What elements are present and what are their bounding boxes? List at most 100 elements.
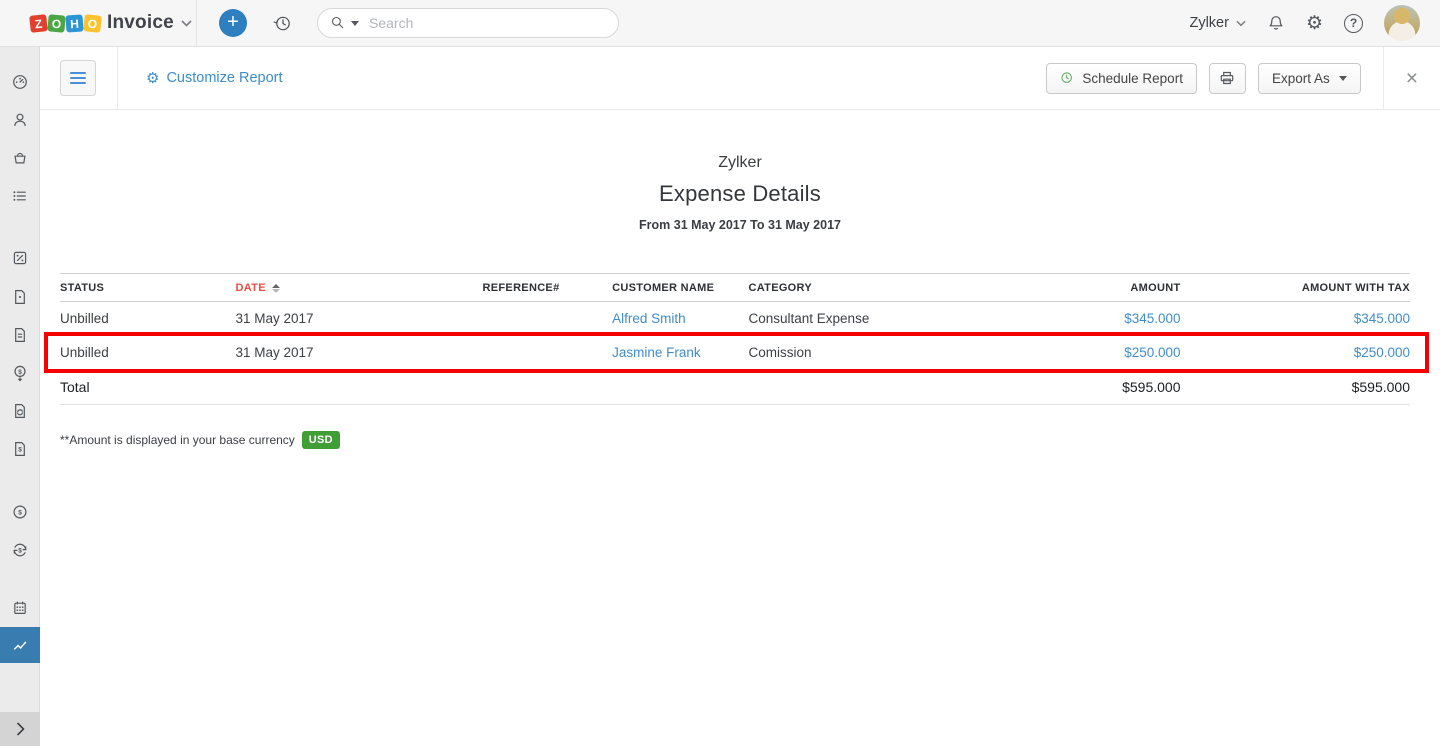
column-header-status[interactable]: STATUS — [60, 274, 236, 302]
column-header-amount-with-tax[interactable]: AMOUNT WITH TAX — [1181, 274, 1411, 302]
column-header-amount[interactable]: AMOUNT — [965, 274, 1181, 302]
currency-badge: USD — [302, 431, 340, 449]
reference-cell — [425, 336, 560, 370]
gear-icon: ⚙ — [146, 71, 159, 86]
amount-link[interactable]: $345.000 — [1124, 311, 1180, 326]
search-scope-caret-icon[interactable] — [351, 21, 359, 26]
column-header-date[interactable]: DATE — [236, 274, 425, 302]
sidebar-item-timesheet[interactable] — [0, 590, 40, 626]
amount-with-tax-link[interactable]: $345.000 — [1354, 311, 1410, 326]
report-title: Expense Details — [40, 181, 1440, 207]
customer-link[interactable]: Jasmine Frank — [612, 345, 701, 360]
expense-table: STATUS DATE REFERENCE# CUSTOMER NAME CAT… — [60, 273, 1410, 405]
gear-icon[interactable]: ⚙ — [1306, 14, 1323, 33]
org-switcher[interactable]: Zylker — [1189, 15, 1245, 31]
amount-link[interactable]: $250.000 — [1124, 345, 1180, 360]
report-org-name: Zylker — [40, 154, 1440, 172]
sidebar-item-dashboard[interactable] — [0, 64, 40, 100]
basket-icon — [11, 149, 29, 167]
footnote-text: **Amount is displayed in your base curre… — [60, 433, 295, 447]
toolbar-right-cluster: Schedule Report Export As × — [1034, 47, 1440, 110]
export-as-button[interactable]: Export As — [1258, 63, 1361, 94]
report-date-range: From 31 May 2017 To 31 May 2017 — [40, 218, 1440, 232]
category-cell: Comission — [749, 336, 965, 370]
top-bar: Z O H O Invoice + Zylker ⚙ ? — [0, 0, 1440, 47]
sidebar-item-expenses[interactable]: $ — [0, 494, 40, 530]
sidebar-item-reports[interactable] — [0, 627, 40, 663]
customize-report-label: Customize Report — [166, 70, 282, 86]
svg-text:$: $ — [18, 369, 22, 376]
toolbar-divider — [1383, 47, 1384, 110]
status-cell: Unbilled — [60, 302, 236, 336]
brand-logo[interactable]: Z O H O Invoice — [0, 0, 197, 46]
amount-with-tax-link[interactable]: $250.000 — [1354, 345, 1410, 360]
search-icon — [330, 15, 346, 31]
table-row: Unbilled 31 May 2017 Alfred Smith Consul… — [60, 302, 1410, 336]
sidebar-item-items[interactable] — [0, 140, 40, 176]
customize-report-button[interactable]: ⚙ Customize Report — [146, 70, 283, 86]
list-icon — [11, 187, 29, 205]
column-header-category[interactable]: CATEGORY — [749, 274, 965, 302]
export-as-label: Export As — [1272, 71, 1330, 86]
customer-link[interactable]: Alfred Smith — [612, 311, 686, 326]
person-icon — [11, 111, 29, 129]
sidebar-item-credit-notes[interactable]: $ — [0, 431, 40, 467]
org-name: Zylker — [1189, 15, 1228, 31]
sidebar-item-recurring-expenses[interactable]: $ — [0, 532, 40, 568]
schedule-report-button[interactable]: Schedule Report — [1046, 63, 1197, 94]
date-cell: 31 May 2017 — [236, 302, 425, 336]
clock-icon — [1060, 71, 1075, 86]
hamburger-icon[interactable] — [60, 60, 96, 96]
topbar-right-cluster: Zylker ⚙ ? — [1189, 5, 1440, 41]
total-label: Total — [60, 370, 236, 405]
sort-asc-icon — [272, 284, 280, 293]
logo-letter: H — [65, 14, 83, 32]
dollar-circle-icon: $ — [11, 503, 29, 521]
column-header-reference[interactable]: REFERENCE# — [425, 274, 560, 302]
sidebar-item-lists[interactable] — [0, 178, 40, 214]
svg-text:$: $ — [18, 547, 22, 554]
document-dot-icon — [11, 288, 29, 306]
avatar[interactable] — [1384, 5, 1420, 41]
column-header-customer-name[interactable]: CUSTOMER NAME — [560, 274, 749, 302]
product-name: Invoice — [107, 12, 174, 34]
line-chart-icon — [11, 636, 29, 654]
create-new-button[interactable]: + — [219, 9, 247, 37]
sidebar-item-contacts[interactable] — [0, 102, 40, 138]
calendar-icon — [11, 599, 29, 617]
document-dollar-icon: $ — [11, 440, 29, 458]
sidebar-item-payments-received[interactable]: $ — [0, 355, 40, 391]
schedule-report-label: Schedule Report — [1082, 71, 1183, 86]
help-icon[interactable]: ? — [1344, 14, 1363, 33]
report-main: ⚙ Customize Report Schedule Report Expor… — [40, 47, 1440, 746]
document-refresh-icon — [11, 402, 29, 420]
svg-text:$: $ — [18, 447, 22, 454]
history-icon[interactable] — [273, 14, 291, 32]
print-button[interactable] — [1209, 63, 1246, 94]
highlighted-row: Unbilled 31 May 2017 Jasmine Frank Comis… — [60, 336, 1410, 370]
bell-icon[interactable] — [1267, 14, 1285, 32]
toolbar-divider — [117, 47, 118, 110]
sidebar-item-recurring-invoices[interactable] — [0, 393, 40, 429]
search-bar[interactable] — [317, 8, 619, 38]
category-cell: Consultant Expense — [749, 302, 965, 336]
search-input[interactable] — [369, 15, 569, 31]
report-heading: Zylker Expense Details From 31 May 2017 … — [40, 110, 1440, 232]
caret-down-icon — [1339, 76, 1347, 81]
sidebar-item-invoices[interactable] — [0, 279, 40, 315]
coin-arrow-icon: $ — [11, 364, 29, 382]
printer-icon — [1218, 69, 1236, 87]
report-toolbar: ⚙ Customize Report Schedule Report Expor… — [40, 47, 1440, 110]
sidebar-item-estimates[interactable] — [0, 240, 40, 276]
total-row: Total $595.000 $595.000 — [60, 370, 1410, 405]
svg-text:$: $ — [18, 510, 22, 517]
table-header-row: STATUS DATE REFERENCE# CUSTOMER NAME CAT… — [60, 274, 1410, 302]
close-icon[interactable]: × — [1406, 68, 1418, 89]
sidebar-expand-button[interactable] — [0, 712, 40, 746]
gauge-icon — [11, 73, 29, 91]
status-cell: Unbilled — [60, 336, 236, 370]
chevron-down-icon — [1236, 20, 1246, 27]
sidebar-item-documents[interactable] — [0, 317, 40, 353]
left-sidebar: $ $ $ $ — [0, 47, 40, 746]
document-lines-icon — [11, 326, 29, 344]
